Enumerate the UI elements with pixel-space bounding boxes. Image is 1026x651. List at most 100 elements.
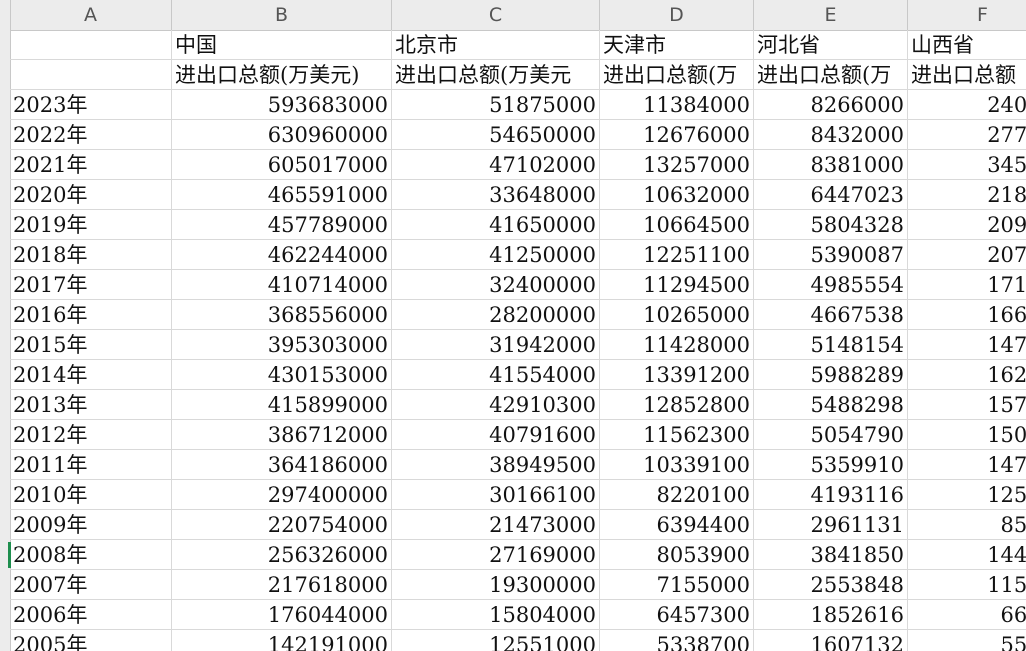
cell-a7[interactable]: 2019年 xyxy=(10,210,172,240)
cell-b4[interactable]: 630960000 xyxy=(172,120,392,150)
cell-c15[interactable]: 38949500 xyxy=(392,450,600,480)
cell-e4[interactable]: 8432000 xyxy=(754,120,908,150)
cell-e2[interactable]: 进出口总额(万 xyxy=(754,60,908,90)
cell-a17[interactable]: 2009年 xyxy=(10,510,172,540)
cell-f12[interactable]: 16248 xyxy=(908,360,1026,390)
cell-a12[interactable]: 2014年 xyxy=(10,360,172,390)
cell-f5[interactable]: 34510 xyxy=(908,150,1026,180)
column-header-a[interactable]: A xyxy=(10,0,172,30)
cell-f18[interactable]: 14400 xyxy=(908,540,1026,570)
cell-e7[interactable]: 5804328 xyxy=(754,210,908,240)
cell-e14[interactable]: 5054790 xyxy=(754,420,908,450)
column-header-d[interactable]: D xyxy=(600,0,754,30)
cell-b15[interactable]: 364186000 xyxy=(172,450,392,480)
cell-f20[interactable]: 6630 xyxy=(908,600,1026,630)
cell-f7[interactable]: 20960 xyxy=(908,210,1026,240)
cell-c3[interactable]: 51875000 xyxy=(392,90,600,120)
cell-e8[interactable]: 5390087 xyxy=(754,240,908,270)
column-header-f[interactable]: F xyxy=(908,0,1026,30)
cell-d8[interactable]: 12251100 xyxy=(600,240,754,270)
cell-c6[interactable]: 33648000 xyxy=(392,180,600,210)
cell-b6[interactable]: 465591000 xyxy=(172,180,392,210)
cell-c1[interactable]: 北京市 xyxy=(392,30,600,60)
cell-d4[interactable]: 12676000 xyxy=(600,120,754,150)
cell-f10[interactable]: 16644 xyxy=(908,300,1026,330)
cell-e11[interactable]: 5148154 xyxy=(754,330,908,360)
cell-b5[interactable]: 605017000 xyxy=(172,150,392,180)
cell-a10[interactable]: 2016年 xyxy=(10,300,172,330)
cell-a13[interactable]: 2013年 xyxy=(10,390,172,420)
cell-f11[interactable]: 14720 xyxy=(908,330,1026,360)
cell-b14[interactable]: 386712000 xyxy=(172,420,392,450)
cell-d1[interactable]: 天津市 xyxy=(600,30,754,60)
cell-b20[interactable]: 176044000 xyxy=(172,600,392,630)
cell-d19[interactable]: 7155000 xyxy=(600,570,754,600)
cell-e12[interactable]: 5988289 xyxy=(754,360,908,390)
cell-e15[interactable]: 5359910 xyxy=(754,450,908,480)
cell-d21[interactable]: 5338700 xyxy=(600,630,754,651)
cell-c5[interactable]: 47102000 xyxy=(392,150,600,180)
cell-a19[interactable]: 2007年 xyxy=(10,570,172,600)
cell-b19[interactable]: 217618000 xyxy=(172,570,392,600)
cell-f19[interactable]: 11580 xyxy=(908,570,1026,600)
cell-c8[interactable]: 41250000 xyxy=(392,240,600,270)
cell-b12[interactable]: 430153000 xyxy=(172,360,392,390)
cell-e19[interactable]: 2553848 xyxy=(754,570,908,600)
cell-b1[interactable]: 中国 xyxy=(172,30,392,60)
cell-b18[interactable]: 256326000 xyxy=(172,540,392,570)
cell-c14[interactable]: 40791600 xyxy=(392,420,600,450)
cell-a2[interactable] xyxy=(10,60,172,90)
cell-a16[interactable]: 2010年 xyxy=(10,480,172,510)
cell-c11[interactable]: 31942000 xyxy=(392,330,600,360)
cell-b2[interactable]: 进出口总额(万美元) xyxy=(172,60,392,90)
cell-f13[interactable]: 15797 xyxy=(908,390,1026,420)
cell-a8[interactable]: 2018年 xyxy=(10,240,172,270)
cell-d7[interactable]: 10664500 xyxy=(600,210,754,240)
cell-a5[interactable]: 2021年 xyxy=(10,150,172,180)
spreadsheet[interactable]: ABCDEF 中国 北京市 天津市 河北省 山西省 进出口总额(万美元) 进出口总额(万美元… xyxy=(0,0,1026,651)
cell-e1[interactable]: 河北省 xyxy=(754,30,908,60)
cell-f1[interactable]: 山西省 xyxy=(908,30,1026,60)
cell-a11[interactable]: 2015年 xyxy=(10,330,172,360)
cell-f9[interactable]: 17172 xyxy=(908,270,1026,300)
cell-b17[interactable]: 220754000 xyxy=(172,510,392,540)
cell-d3[interactable]: 11384000 xyxy=(600,90,754,120)
cell-a18[interactable]: 2008年 xyxy=(10,540,172,570)
cell-c7[interactable]: 41650000 xyxy=(392,210,600,240)
cell-a6[interactable]: 2020年 xyxy=(10,180,172,210)
cell-f17[interactable]: 8570 xyxy=(908,510,1026,540)
cell-c20[interactable]: 15804000 xyxy=(392,600,600,630)
cell-e6[interactable]: 6447023 xyxy=(754,180,908,210)
cell-a15[interactable]: 2011年 xyxy=(10,450,172,480)
cell-f2[interactable]: 进出口总额 xyxy=(908,60,1026,90)
cell-d16[interactable]: 8220100 xyxy=(600,480,754,510)
cell-d15[interactable]: 10339100 xyxy=(600,450,754,480)
cell-d14[interactable]: 11562300 xyxy=(600,420,754,450)
column-header-c[interactable]: C xyxy=(392,0,600,30)
column-header-b[interactable]: B xyxy=(172,0,392,30)
cell-d11[interactable]: 11428000 xyxy=(600,330,754,360)
cell-d6[interactable]: 10632000 xyxy=(600,180,754,210)
cell-c4[interactable]: 54650000 xyxy=(392,120,600,150)
cell-b9[interactable]: 410714000 xyxy=(172,270,392,300)
cell-e17[interactable]: 2961131 xyxy=(754,510,908,540)
cell-a3[interactable]: 2023年 xyxy=(10,90,172,120)
cell-d20[interactable]: 6457300 xyxy=(600,600,754,630)
cell-d18[interactable]: 8053900 xyxy=(600,540,754,570)
cell-f3[interactable]: 24040 xyxy=(908,90,1026,120)
cell-b16[interactable]: 297400000 xyxy=(172,480,392,510)
cell-c21[interactable]: 12551000 xyxy=(392,630,600,651)
cell-f15[interactable]: 14759 xyxy=(908,450,1026,480)
cell-c9[interactable]: 32400000 xyxy=(392,270,600,300)
cell-d10[interactable]: 10265000 xyxy=(600,300,754,330)
cell-b11[interactable]: 395303000 xyxy=(172,330,392,360)
cell-b21[interactable]: 142191000 xyxy=(172,630,392,651)
cell-d9[interactable]: 11294500 xyxy=(600,270,754,300)
cell-d12[interactable]: 13391200 xyxy=(600,360,754,390)
cell-b8[interactable]: 462244000 xyxy=(172,240,392,270)
cell-e10[interactable]: 4667538 xyxy=(754,300,908,330)
cell-c17[interactable]: 21473000 xyxy=(392,510,600,540)
cell-c16[interactable]: 30166100 xyxy=(392,480,600,510)
cell-f4[interactable]: 27730 xyxy=(908,120,1026,150)
cell-a20[interactable]: 2006年 xyxy=(10,600,172,630)
